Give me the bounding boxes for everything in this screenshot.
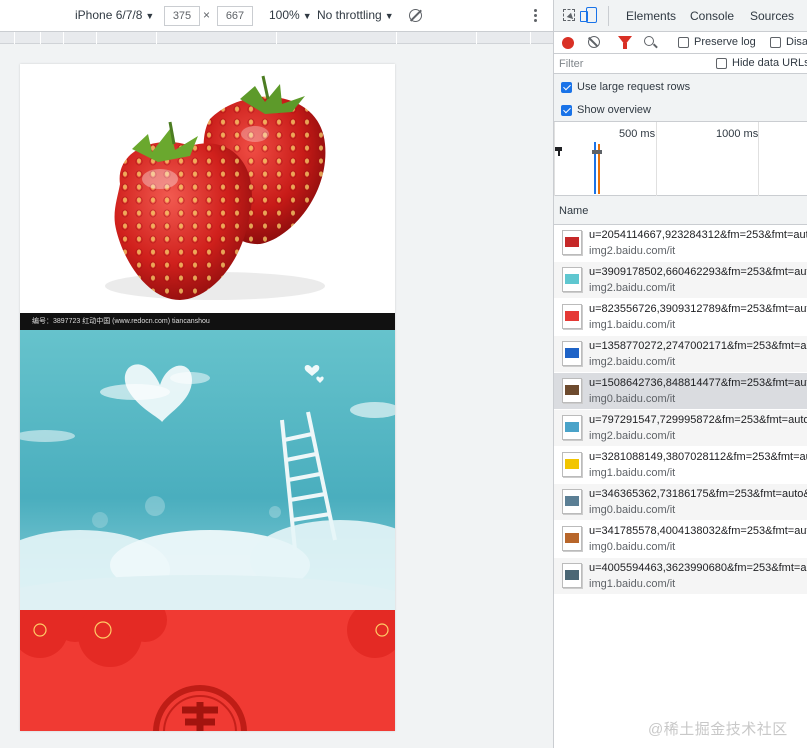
image-thumbnail-icon — [562, 452, 582, 477]
image-thumbnail-icon — [562, 415, 582, 440]
device-emulation-pane: iPhone 6/7/8 ▼ 375 × 667 100% ▼ No throttl… — [0, 0, 553, 748]
request-domain: img2.baidu.com/it — [589, 245, 676, 257]
request-name: u=1358770272,2747002171&fm=253&fmt=auto — [589, 340, 807, 352]
filter-input[interactable]: Filter — [556, 55, 706, 73]
sky-ladder-image — [20, 330, 395, 610]
caret-down-icon: ▼ — [302, 11, 312, 21]
request-domain: img1.baidu.com/it — [589, 578, 676, 590]
more-options-icon[interactable] — [530, 7, 540, 25]
name-column-label: Name — [559, 205, 589, 217]
media-query-ruler — [0, 32, 553, 44]
image-thumbnail-icon — [562, 230, 582, 255]
image-thumbnail-icon — [562, 341, 582, 366]
zoom-select[interactable]: 100% ▼ — [269, 8, 312, 22]
request-name: u=346365362,73186175&fm=253&fmt=auto&a — [589, 488, 807, 500]
disable-cache-checkbox[interactable] — [770, 37, 781, 48]
inspect-element-icon[interactable] — [563, 9, 575, 21]
image-thumbnail-icon — [562, 267, 582, 292]
rotate-icon[interactable] — [409, 9, 422, 22]
image-caption-bar: 编号：3897723 红动中国 (www.redocn.com) tiancan… — [20, 313, 395, 330]
large-rows-checkbox[interactable] — [561, 82, 572, 93]
disable-cache-label: Disa — [786, 36, 807, 48]
device-select[interactable]: iPhone 6/7/8 ▼ — [75, 8, 154, 22]
devtools-tab-bar: Elements Console Sources — [554, 0, 807, 32]
image-thumbnail-icon — [562, 304, 582, 329]
image-thumbnail-icon — [562, 526, 582, 551]
large-rows-label: Use large request rows — [577, 81, 691, 93]
device-select-label: iPhone 6/7/8 — [75, 8, 143, 22]
overview-bar — [592, 150, 602, 154]
filter-row: Filter Hide data URLs — [554, 54, 807, 74]
overview-gridline — [656, 122, 657, 196]
request-name: u=2054114667,923284312&fm=253&fmt=auto — [589, 229, 807, 241]
preserve-log-label: Preserve log — [694, 36, 756, 48]
watermark-text: @稀土掘金技术社区 — [648, 721, 788, 738]
name-column-header[interactable]: Name — [554, 196, 807, 225]
page-viewport: 编号：3897723 红动中国 (www.redocn.com) tiancan… — [20, 64, 395, 731]
request-name: u=823556726,3909312789&fm=253&fmt=auto — [589, 303, 807, 315]
request-row[interactable]: u=4005594463,3623990680&fm=253&fmt=auto i… — [554, 558, 807, 595]
request-row[interactable]: u=1508642736,848814477&fm=253&fmt=auto im… — [554, 373, 807, 410]
request-row[interactable]: u=341785578,4004138032&fm=253&fmt=auto im… — [554, 521, 807, 558]
request-domain: img1.baidu.com/it — [589, 319, 676, 331]
throttling-select-label: No throttling — [317, 8, 382, 22]
request-domain: img2.baidu.com/it — [589, 356, 676, 368]
hide-data-urls-label: Hide data URLs — [732, 57, 807, 69]
tab-console[interactable]: Console — [690, 9, 734, 23]
request-row[interactable]: u=3909178502,660462293&fm=253&fmt=auto im… — [554, 262, 807, 299]
request-name: u=797291547,729995872&fm=253&fmt=auto — [589, 414, 807, 426]
request-row[interactable]: u=2054114667,923284312&fm=253&fmt=auto im… — [554, 225, 807, 262]
strawberry-image — [20, 64, 395, 313]
record-icon[interactable] — [562, 37, 574, 49]
request-row[interactable]: u=3281088149,3807028112&fm=253&fmt=auto i… — [554, 447, 807, 484]
tab-sources[interactable]: Sources — [750, 9, 794, 23]
overview-tick-label: 1000 ms — [716, 128, 759, 140]
request-domain: img0.baidu.com/it — [589, 393, 676, 405]
request-row[interactable]: u=823556726,3909312789&fm=253&fmt=auto im… — [554, 299, 807, 336]
request-domain: img2.baidu.com/it — [589, 430, 676, 442]
overview-bar — [558, 151, 560, 156]
width-input[interactable]: 375 — [164, 6, 200, 26]
request-name: u=4005594463,3623990680&fm=253&fmt=auto — [589, 562, 807, 574]
request-name: u=3909178502,660462293&fm=253&fmt=auto — [589, 266, 807, 278]
request-domain: img0.baidu.com/it — [589, 541, 676, 553]
image-thumbnail-icon — [562, 563, 582, 588]
network-settings: Use large request rows Show overview — [554, 74, 807, 122]
preserve-log-checkbox[interactable] — [678, 37, 689, 48]
request-row[interactable]: u=797291547,729995872&fm=253&fmt=auto img… — [554, 410, 807, 447]
caret-down-icon: ▼ — [384, 11, 394, 21]
network-overview[interactable]: 500 ms 1000 ms — [554, 122, 807, 196]
device-toolbar-toggle-icon[interactable] — [580, 7, 597, 23]
show-overview-label: Show overview — [577, 104, 651, 116]
request-name: u=341785578,4004138032&fm=253&fmt=auto — [589, 525, 807, 537]
overview-gridline — [554, 122, 555, 196]
network-toolbar: Preserve log Disa — [554, 32, 807, 54]
festive-red-image — [20, 610, 395, 731]
tab-elements[interactable]: Elements — [626, 9, 676, 23]
dimension-separator: × — [203, 8, 211, 22]
clear-icon[interactable] — [588, 36, 600, 48]
request-domain: img2.baidu.com/it — [589, 282, 676, 294]
filter-icon[interactable] — [618, 36, 632, 49]
search-icon[interactable] — [644, 36, 654, 46]
request-name: u=1508642736,848814477&fm=253&fmt=auto — [589, 377, 807, 389]
request-list: u=2054114667,923284312&fm=253&fmt=auto im… — [554, 225, 807, 595]
divider — [608, 6, 609, 26]
request-domain: img0.baidu.com/it — [589, 504, 676, 516]
overview-tick-label: 500 ms — [619, 128, 656, 140]
request-row[interactable]: u=1358770272,2747002171&fm=253&fmt=auto i… — [554, 336, 807, 373]
caret-down-icon: ▼ — [145, 11, 155, 21]
devtools-panel: Elements Console Sources Preserve log Di… — [553, 0, 807, 748]
request-name: u=3281088149,3807028112&fm=253&fmt=auto — [589, 451, 807, 463]
request-row[interactable]: u=346365362,73186175&fm=253&fmt=auto&a im… — [554, 484, 807, 521]
request-domain: img1.baidu.com/it — [589, 467, 676, 479]
hide-data-urls-checkbox[interactable] — [716, 58, 727, 69]
throttling-select[interactable]: No throttling ▼ — [317, 8, 394, 22]
show-overview-checkbox[interactable] — [561, 105, 572, 116]
image-thumbnail-icon — [562, 378, 582, 403]
height-input[interactable]: 667 — [217, 6, 253, 26]
zoom-select-label: 100% — [269, 8, 300, 22]
device-toolbar: iPhone 6/7/8 ▼ 375 × 667 100% ▼ No throttl… — [0, 0, 553, 32]
image-thumbnail-icon — [562, 489, 582, 514]
